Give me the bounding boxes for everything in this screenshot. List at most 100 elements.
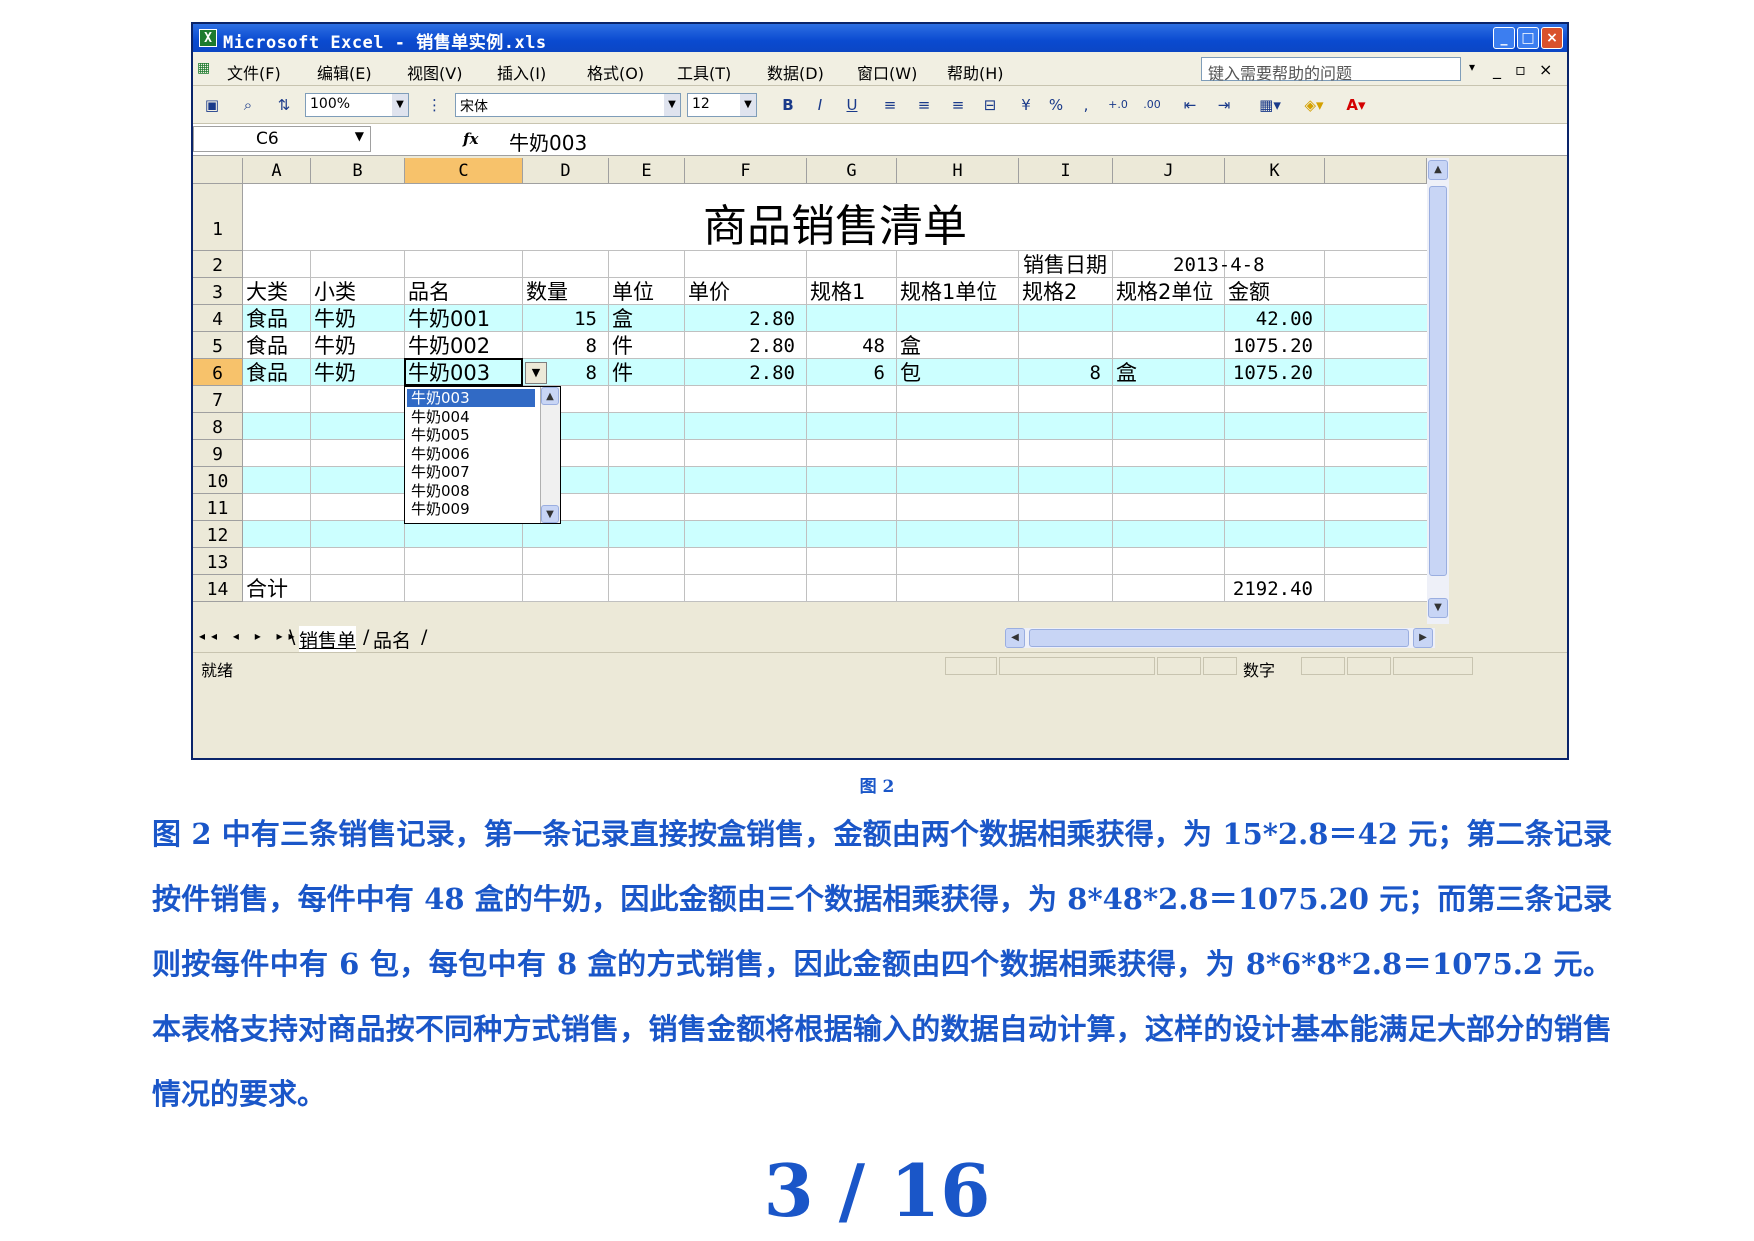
fx-icon[interactable]: fx <box>463 130 478 148</box>
scroll-left-icon[interactable]: ◀ <box>1005 628 1025 648</box>
table-cell[interactable]: 1075.20 <box>1225 359 1313 387</box>
dropdown-option[interactable]: 牛奶004 <box>407 408 535 426</box>
menu-insert[interactable]: 插入(I) <box>497 60 546 84</box>
maximize-button[interactable]: □ <box>1517 27 1539 49</box>
scroll-thumb[interactable] <box>1429 186 1447 576</box>
horizontal-scrollbar[interactable]: ◀ ▶ <box>1005 628 1435 648</box>
tab-nav-icons[interactable]: ◂◂ ◂ ▸ ▸▸ <box>199 629 301 643</box>
align-right-icon[interactable]: ≡ <box>947 94 969 116</box>
table-cell[interactable]: 盒 <box>900 332 921 360</box>
save-icon[interactable]: ▣ <box>201 94 223 116</box>
table-cell[interactable]: 8 <box>523 332 597 360</box>
percent-button[interactable]: % <box>1045 94 1067 116</box>
help-dropdown-icon[interactable]: ▾ <box>1469 60 1475 74</box>
increase-indent-icon[interactable]: ⇥ <box>1213 94 1235 116</box>
table-cell[interactable]: 牛奶 <box>314 305 356 333</box>
table-cell[interactable]: 食品 <box>246 305 288 333</box>
table-cell[interactable]: 食品 <box>246 359 288 387</box>
decrease-indent-icon[interactable]: ⇤ <box>1179 94 1201 116</box>
menu-data[interactable]: 数据(D) <box>767 60 824 84</box>
row-header-14[interactable]: 14 <box>193 575 243 602</box>
table-cell[interactable]: 牛奶001 <box>408 305 490 333</box>
column-header-c[interactable]: C <box>405 158 523 184</box>
vertical-scrollbar[interactable]: ▲ ▼ <box>1427 158 1449 624</box>
column-header-k[interactable]: K <box>1225 158 1325 184</box>
row-header-6[interactable]: 6 <box>193 359 243 386</box>
zoom-select[interactable]: 100% ▼ <box>305 93 409 117</box>
close-button[interactable]: × <box>1541 27 1563 49</box>
doc-minimize-button[interactable]: _ <box>1493 60 1501 79</box>
comma-button[interactable]: , <box>1075 94 1097 116</box>
dropdown-option[interactable]: 牛奶005 <box>407 426 535 444</box>
table-cell[interactable]: 48 <box>807 332 885 360</box>
font-name-select[interactable]: 宋体 ▼ <box>455 93 681 117</box>
dropdown-option[interactable]: 牛奶008 <box>407 482 535 500</box>
fill-color-icon[interactable]: ◈▾ <box>1299 94 1329 116</box>
row-header-10[interactable]: 10 <box>193 467 243 494</box>
align-center-icon[interactable]: ≡ <box>913 94 935 116</box>
column-header-b[interactable]: B <box>311 158 405 184</box>
row-header-8[interactable]: 8 <box>193 413 243 440</box>
dropdown-option[interactable]: 牛奶006 <box>407 445 535 463</box>
menu-help[interactable]: 帮助(H) <box>947 60 1004 84</box>
scroll-right-icon[interactable]: ▶ <box>1413 628 1433 648</box>
table-cell[interactable]: 牛奶 <box>314 332 356 360</box>
table-cell[interactable]: 盒 <box>1116 359 1137 387</box>
dropdown-scrollbar[interactable]: ▲ ▼ <box>540 387 560 523</box>
table-cell[interactable]: 15 <box>523 305 597 333</box>
help-search-input[interactable]: 键入需要帮助的问题 <box>1201 57 1461 83</box>
align-left-icon[interactable]: ≡ <box>879 94 901 116</box>
sheet-tab-sales[interactable]: 销售单 <box>299 626 357 653</box>
table-cell[interactable]: 2.80 <box>685 359 795 387</box>
menu-format[interactable]: 格式(O) <box>587 60 644 84</box>
row-header-2[interactable]: 2 <box>193 251 243 278</box>
currency-icon[interactable]: ¥ <box>1015 94 1037 116</box>
table-cell[interactable]: 42.00 <box>1225 305 1313 333</box>
formula-input[interactable]: 牛奶003 <box>509 127 587 156</box>
italic-button[interactable]: I <box>809 94 831 116</box>
column-header-d[interactable]: D <box>523 158 609 184</box>
increase-decimal-icon[interactable]: +.0 <box>1103 94 1133 116</box>
column-header-i[interactable]: I <box>1019 158 1113 184</box>
column-header-h[interactable]: H <box>897 158 1019 184</box>
workbook-icon[interactable]: ▦ <box>197 60 210 76</box>
row-header-3[interactable]: 3 <box>193 278 243 305</box>
column-header-a[interactable]: A <box>243 158 311 184</box>
doc-close-button[interactable]: × <box>1539 60 1552 79</box>
scroll-up-icon[interactable]: ▲ <box>1428 160 1448 180</box>
sort-ascending-icon[interactable]: ⇅ <box>273 94 295 116</box>
toolbar-options-icon[interactable]: ⋮ <box>427 94 442 116</box>
table-cell[interactable]: 件 <box>612 332 633 360</box>
row-header-12[interactable]: 12 <box>193 521 243 548</box>
sheet-tab-products[interactable]: 品名 <box>373 626 411 653</box>
table-cell[interactable]: 1075.20 <box>1225 332 1313 360</box>
dropdown-option[interactable]: 牛奶009 <box>407 500 535 518</box>
font-size-select[interactable]: 12 ▼ <box>687 93 757 117</box>
menu-tools[interactable]: 工具(T) <box>677 60 731 84</box>
table-cell[interactable]: 8 <box>1019 359 1101 387</box>
merge-center-icon[interactable]: ⊟ <box>979 94 1001 116</box>
table-cell[interactable]: 2.80 <box>685 332 795 360</box>
dropdown-option[interactable]: 牛奶007 <box>407 463 535 481</box>
menu-window[interactable]: 窗口(W) <box>857 60 917 84</box>
row-header-1[interactable]: 1 <box>193 184 243 251</box>
scroll-up-icon[interactable]: ▲ <box>541 387 559 405</box>
row-header-13[interactable]: 13 <box>193 548 243 575</box>
underline-button[interactable]: U <box>841 94 863 116</box>
dropdown-option[interactable]: 牛奶003 <box>407 389 535 407</box>
name-box[interactable]: C6 ▼ <box>193 126 371 152</box>
table-cell[interactable]: 食品 <box>246 332 288 360</box>
doc-restore-button[interactable]: ▫ <box>1515 60 1526 79</box>
row-header-11[interactable]: 11 <box>193 494 243 521</box>
print-preview-icon[interactable]: ⌕ <box>237 94 259 116</box>
row-header-7[interactable]: 7 <box>193 386 243 413</box>
table-cell[interactable]: 盒 <box>612 305 633 333</box>
scroll-down-icon[interactable]: ▼ <box>541 505 559 523</box>
table-cell[interactable]: 6 <box>807 359 885 387</box>
validation-dropdown-list[interactable]: 牛奶003 牛奶004 牛奶005 牛奶006 牛奶007 牛奶008 牛奶009 ▲ ▼ <box>404 386 561 524</box>
table-cell[interactable]: 包 <box>900 359 921 387</box>
table-cell[interactable]: 牛奶 <box>314 359 356 387</box>
table-cell[interactable]: 2.80 <box>685 305 795 333</box>
column-header-g[interactable]: G <box>807 158 897 184</box>
borders-icon[interactable]: ▦▾ <box>1255 94 1285 116</box>
